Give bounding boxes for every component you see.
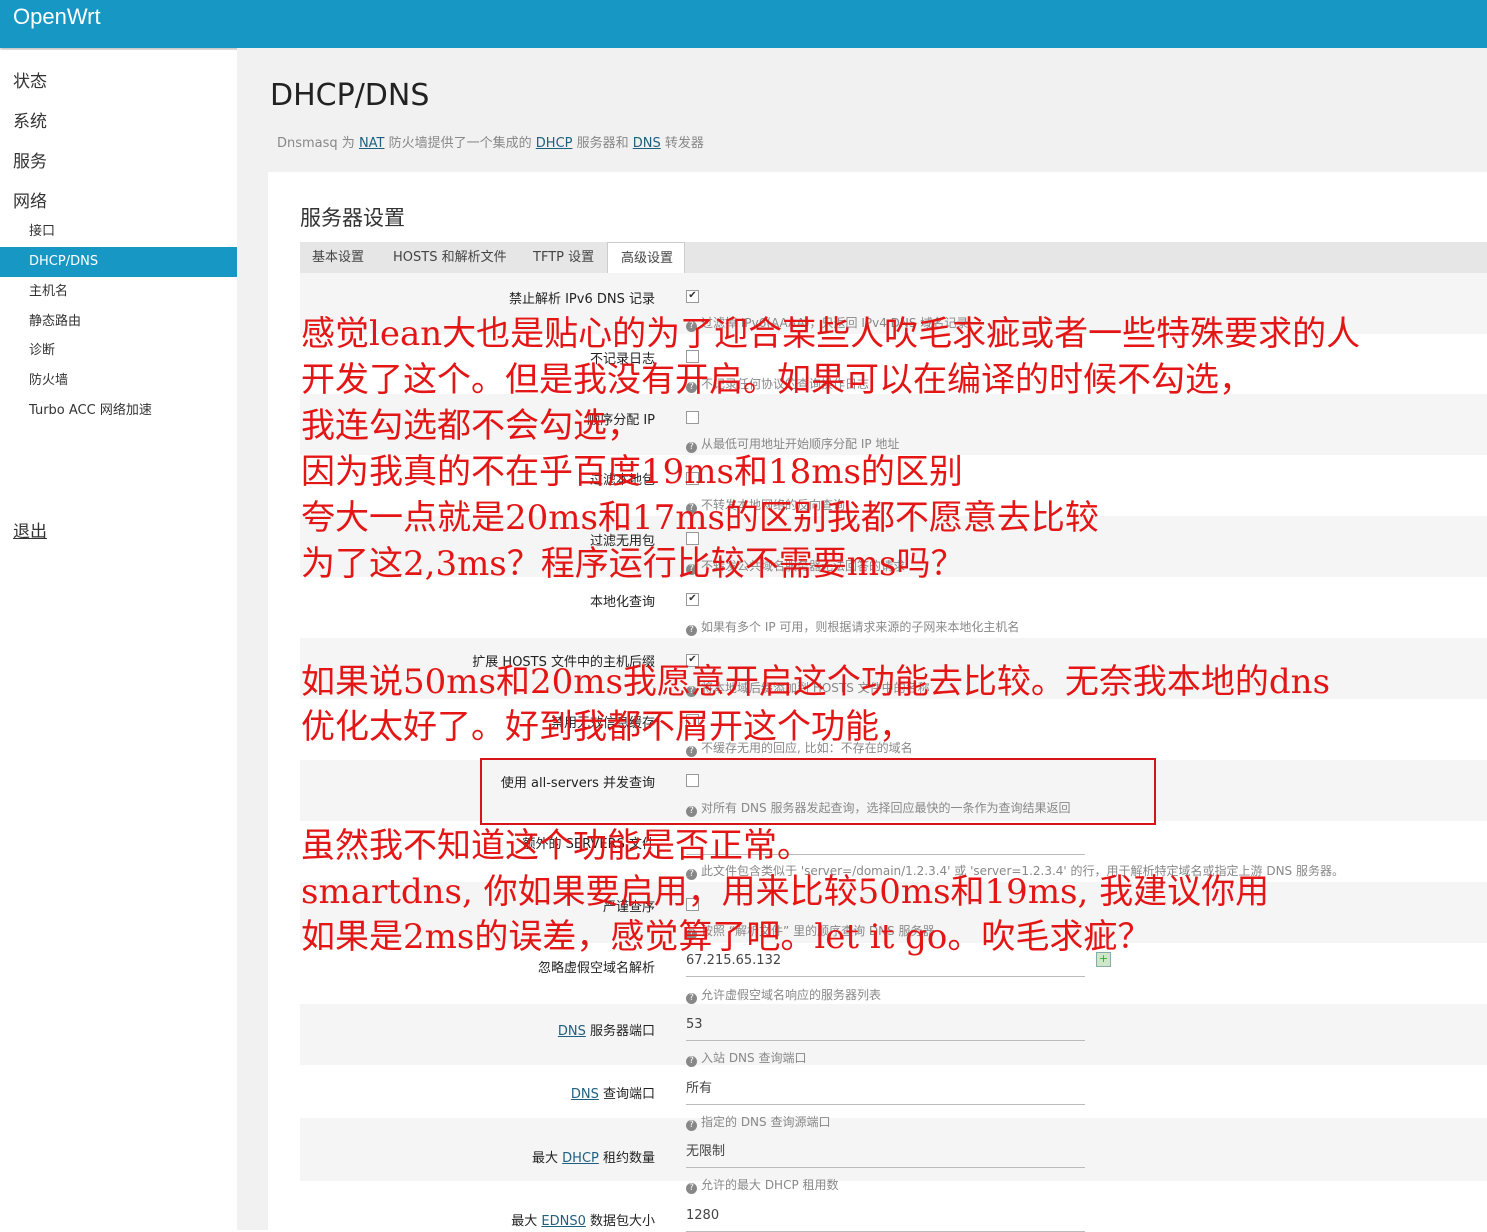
- dhcp-link[interactable]: DHCP: [536, 136, 573, 151]
- label-prefix: 最大: [532, 1151, 563, 1166]
- label-prefix: 最大: [511, 1214, 542, 1229]
- row-label: DNS 查询端口: [571, 1083, 655, 1102]
- label-text: 数据包大小: [585, 1214, 655, 1229]
- desc-text: 防火墙提供了一个集成的: [384, 136, 536, 151]
- brand-logo[interactable]: OpenWrt: [13, 4, 101, 30]
- row-label: 本地化查询: [589, 595, 655, 610]
- annotation-text: 开发了这个。但是我没有开启。如果可以在编译的时候不勾选，: [301, 360, 1253, 400]
- row-label: 禁止解析 IPv6 DNS 记录: [508, 292, 655, 307]
- page-description: Dnsmasq 为 NAT 防火墙提供了一个集成的 DHCP 服务器和 DNS …: [277, 132, 704, 151]
- annotation-text: 如果是2ms的误差，感觉算了吧。let it go。吹毛求疵？: [301, 917, 1152, 957]
- dns-link[interactable]: DNS: [633, 136, 661, 151]
- nav-sub-interfaces[interactable]: 接口: [0, 217, 237, 247]
- nav-sub-hostnames[interactable]: 主机名: [0, 277, 237, 307]
- nav-status[interactable]: 状态: [13, 67, 47, 92]
- row-help: ? 允许虚假空域名响应的服务器列表: [686, 986, 881, 1004]
- nav-sub-diagnostics[interactable]: 诊断: [0, 336, 237, 366]
- row-help: ? 如果有多个 IP 可用，则根据请求来源的子网来本地化主机名: [686, 618, 1019, 636]
- help-text: 允许虚假空域名响应的服务器列表: [701, 988, 882, 1002]
- query-port-input[interactable]: 所有: [686, 1076, 1085, 1105]
- edns0-link[interactable]: EDNS0: [541, 1214, 585, 1229]
- row-label: 忽略虚假空域名解析: [537, 961, 655, 976]
- annotation-text: 优化太好了。好到我都不屑开这个功能，: [301, 707, 913, 747]
- top-bar: OpenWrt: [0, 0, 1487, 48]
- tab-basic[interactable]: 基本设置: [312, 242, 364, 273]
- help-text: 如果有多个 IP 可用，则根据请求来源的子网来本地化主机名: [701, 620, 1020, 634]
- row-help: ? 从最低可用地址开始顺序分配 IP 地址: [686, 435, 899, 453]
- row-label: 最大 DHCP 租约数量: [532, 1147, 655, 1166]
- help-text: 允许的最大 DHCP 租用数: [701, 1178, 839, 1192]
- sidebar: 状态 系统 服务 网络 接口 DHCP/DNS 主机名 静态路由 诊断 防火墙 …: [0, 50, 237, 1230]
- tab-bar: 基本设置 HOSTS 和解析文件 TFTP 设置 高级设置: [300, 242, 1487, 273]
- help-icon: ?: [686, 993, 697, 1004]
- localise-queries-checkbox[interactable]: ✔: [686, 593, 699, 606]
- page-title: DHCP/DNS: [270, 78, 430, 113]
- nav-sub-turbo-acc[interactable]: Turbo ACC 网络加速: [0, 396, 237, 426]
- label-text: 查询端口: [598, 1087, 655, 1102]
- annotation-text: 为了这2,3ms？程序运行比较不需要ms吗？: [301, 544, 965, 584]
- desc-text: Dnsmasq 为: [277, 136, 359, 151]
- annotation-text: 我连勾选都不会勾选，: [301, 406, 641, 446]
- help-icon: ?: [686, 1056, 697, 1067]
- dns-port-input[interactable]: 53: [686, 1012, 1085, 1041]
- filter-aaaa-checkbox[interactable]: ✔: [686, 290, 699, 303]
- dns-link[interactable]: DNS: [558, 1024, 586, 1039]
- desc-text: 转发器: [660, 136, 704, 151]
- nav-services[interactable]: 服务: [13, 147, 47, 172]
- desc-text: 服务器和: [572, 136, 633, 151]
- nav-network[interactable]: 网络: [13, 187, 47, 212]
- help-text: 指定的 DNS 查询源端口: [701, 1115, 831, 1129]
- row-help: ? 入站 DNS 查询端口: [686, 1049, 806, 1067]
- label-text: 租约数量: [598, 1151, 655, 1166]
- annotation-text: 因为我真的不在乎百度19ms和18ms的区别: [301, 452, 963, 492]
- dhcp-link[interactable]: DHCP: [562, 1151, 599, 1166]
- help-icon: ?: [686, 625, 697, 636]
- tab-hosts[interactable]: HOSTS 和解析文件: [393, 242, 507, 273]
- dns-link[interactable]: DNS: [571, 1087, 599, 1102]
- nav-sub-static-routes[interactable]: 静态路由: [0, 307, 237, 337]
- tab-advanced[interactable]: 高级设置: [607, 242, 685, 273]
- help-text: 从最低可用地址开始顺序分配 IP 地址: [701, 437, 900, 451]
- row-label: 最大 EDNS0 数据包大小: [511, 1210, 655, 1229]
- annotation-text: smartdns, 你如果要启用，用来比较50ms和19ms, 我建议你用: [301, 872, 1270, 912]
- tab-tftp[interactable]: TFTP 设置: [533, 242, 594, 273]
- row-help: ? 允许的最大 DHCP 租用数: [686, 1176, 839, 1194]
- nav-system[interactable]: 系统: [13, 107, 47, 132]
- help-icon: ?: [686, 746, 697, 757]
- main-content: DHCP/DNS Dnsmasq 为 NAT 防火墙提供了一个集成的 DHCP …: [237, 48, 1487, 1232]
- help-icon: ?: [686, 1183, 697, 1194]
- help-icon: ?: [686, 1120, 697, 1131]
- annotation-text: 如果说50ms和20ms我愿意开启这个功能去比较。无奈我本地的dns: [301, 662, 1331, 702]
- annotation-text: 夸大一点就是20ms和17ms的区别我都不愿意去比较: [301, 498, 1099, 538]
- label-text: 服务器端口: [585, 1024, 655, 1039]
- help-text: 入站 DNS 查询端口: [701, 1051, 807, 1065]
- nat-link[interactable]: NAT: [359, 136, 385, 151]
- nav-sub-firewall[interactable]: 防火墙: [0, 366, 237, 396]
- row-label: DNS 服务器端口: [558, 1020, 655, 1039]
- highlight-box: [480, 758, 1156, 825]
- logout-link[interactable]: 退出: [13, 517, 47, 542]
- row-help: ? 指定的 DNS 查询源端口: [686, 1113, 830, 1131]
- section-title: 服务器设置: [300, 206, 405, 230]
- dhcp-leasemax-input[interactable]: 无限制: [686, 1139, 1085, 1168]
- annotation-text: 虽然我不知道这个功能是否正常。: [301, 826, 811, 866]
- edns-packet-max-input[interactable]: 1280: [686, 1203, 1085, 1232]
- sequential-ip-checkbox[interactable]: [686, 411, 699, 424]
- nav-sub-dhcp-dns[interactable]: DHCP/DNS: [0, 247, 237, 277]
- annotation-text: 感觉lean大也是贴心的为了迎合某些人吹毛求疵或者一些特殊要求的人: [301, 314, 1361, 354]
